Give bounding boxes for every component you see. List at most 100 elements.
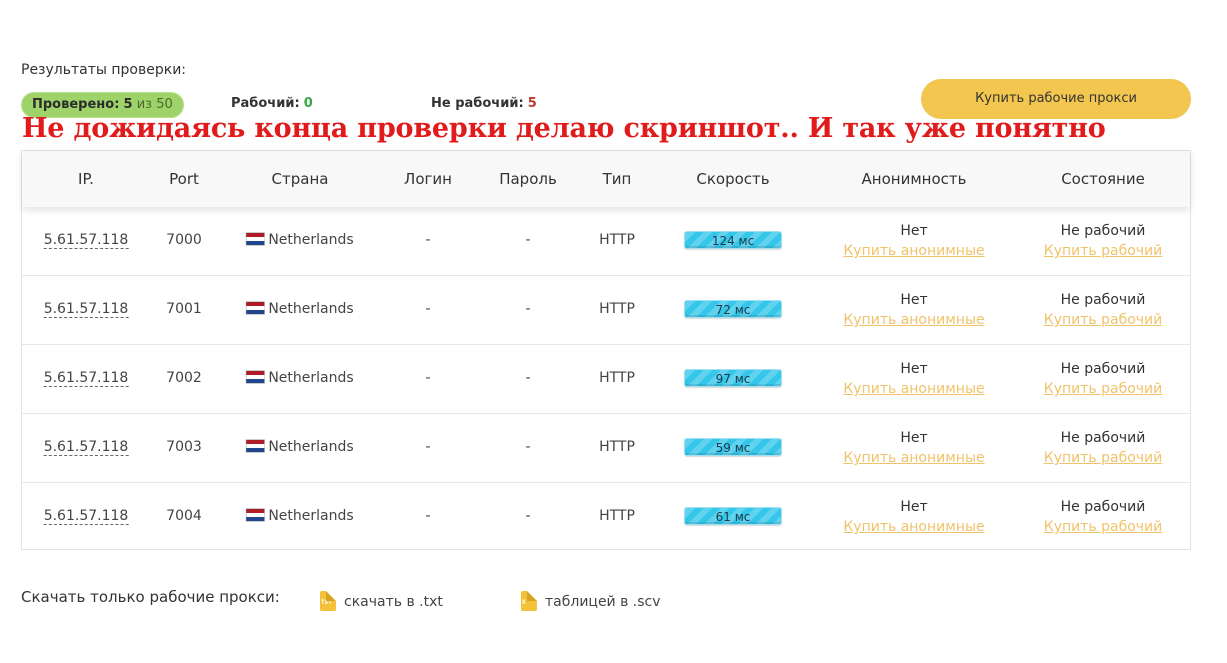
country-name: Netherlands xyxy=(268,439,354,455)
proxy-type: HTTP xyxy=(599,508,635,524)
table-row: 5.61.57.118 7002 Netherlands - - HTTP 97… xyxy=(22,345,1190,414)
country: Netherlands xyxy=(246,439,354,455)
speed-badge: 72 мс xyxy=(684,300,782,318)
netherlands-flag-icon xyxy=(246,440,265,452)
download-txt-link[interactable]: TXT скачать в .txt xyxy=(320,591,443,611)
working-count: 0 xyxy=(303,96,313,111)
password: - xyxy=(525,232,531,248)
proxy-type: HTTP xyxy=(599,232,635,248)
table-row: 5.61.57.118 7003 Netherlands - - HTTP 59… xyxy=(22,414,1190,483)
not-working-count: 5 xyxy=(527,96,537,111)
anonymity-value: Нет xyxy=(900,430,928,446)
ip-address[interactable]: 5.61.57.118 xyxy=(43,370,129,387)
anonymity-cell: Нет Купить анонимные xyxy=(843,222,984,262)
country-name: Netherlands xyxy=(268,301,354,317)
buy-anonymous-link[interactable]: Купить анонимные xyxy=(843,447,984,469)
ip-address[interactable]: 5.61.57.118 xyxy=(43,439,129,456)
buy-anonymous-link[interactable]: Купить анонимные xyxy=(843,516,984,538)
state-value: Не рабочий xyxy=(1060,430,1146,446)
download-label: Скачать только рабочие прокси: xyxy=(21,588,280,606)
port: 7001 xyxy=(166,301,202,317)
state-value: Не рабочий xyxy=(1060,292,1146,308)
state-value: Не рабочий xyxy=(1060,499,1146,515)
checked-label: Проверено: xyxy=(32,97,120,112)
download-csv-label: таблицей в .scv xyxy=(545,594,661,610)
header-state: Состояние xyxy=(1061,170,1145,188)
table-header: IP. Port Страна Логин Пароль Тип Скорост… xyxy=(22,151,1190,207)
buy-working-link[interactable]: Купить рабочий xyxy=(1044,309,1162,331)
header-password: Пароль xyxy=(499,170,557,188)
login: - xyxy=(425,301,431,317)
proxy-results-table: IP. Port Страна Логин Пароль Тип Скорост… xyxy=(21,150,1191,550)
anonymity-cell: Нет Купить анонимные xyxy=(843,360,984,400)
netherlands-flag-icon xyxy=(246,371,265,383)
login: - xyxy=(425,232,431,248)
ip-address[interactable]: 5.61.57.118 xyxy=(43,232,129,249)
country: Netherlands xyxy=(246,232,354,248)
country-name: Netherlands xyxy=(268,370,354,386)
country-name: Netherlands xyxy=(268,232,354,248)
header-speed: Скорость xyxy=(696,170,770,188)
not-working-stat: Не рабочий: 5 xyxy=(431,96,537,111)
password: - xyxy=(525,439,531,455)
download-csv-link[interactable]: Xтаблицей в .scv xyxy=(521,591,661,611)
speed-badge: 124 мс xyxy=(684,231,782,249)
working-label: Рабочий: xyxy=(231,96,300,111)
buy-working-link[interactable]: Купить рабочий xyxy=(1044,516,1162,538)
buy-working-link[interactable]: Купить рабочий xyxy=(1044,447,1162,469)
login: - xyxy=(425,439,431,455)
state-value: Не рабочий xyxy=(1060,223,1146,239)
port: 7003 xyxy=(166,439,202,455)
port: 7000 xyxy=(166,232,202,248)
state-value: Не рабочий xyxy=(1060,361,1146,377)
netherlands-flag-icon xyxy=(246,302,265,314)
password: - xyxy=(525,508,531,524)
state-cell: Не рабочий Купить рабочий xyxy=(1044,291,1162,331)
speed-badge: 61 мс xyxy=(684,507,782,525)
buy-anonymous-link[interactable]: Купить анонимные xyxy=(843,309,984,331)
proxy-checker-page: Результаты проверки: Проверено: 5 из 50 … xyxy=(0,0,1227,663)
country: Netherlands xyxy=(246,508,354,524)
buy-working-link[interactable]: Купить рабочий xyxy=(1044,378,1162,400)
anonymity-value: Нет xyxy=(900,499,928,515)
buy-anonymous-link[interactable]: Купить анонимные xyxy=(843,378,984,400)
header-login: Логин xyxy=(404,170,452,188)
results-title: Результаты проверки: xyxy=(21,62,187,78)
country: Netherlands xyxy=(246,301,354,317)
state-cell: Не рабочий Купить рабочий xyxy=(1044,222,1162,262)
table-row: 5.61.57.118 7004 Netherlands - - HTTP 61… xyxy=(22,483,1190,552)
netherlands-flag-icon xyxy=(246,233,265,245)
anonymity-value: Нет xyxy=(900,223,928,239)
buy-anonymous-link[interactable]: Купить анонимные xyxy=(843,240,984,262)
download-txt-label: скачать в .txt xyxy=(344,594,443,610)
port: 7002 xyxy=(166,370,202,386)
table-row: 5.61.57.118 7000 Netherlands - - HTTP 12… xyxy=(22,207,1190,276)
working-stat: Рабочий: 0 xyxy=(231,96,313,111)
state-cell: Не рабочий Купить рабочий xyxy=(1044,429,1162,469)
overlay-caption: Не дожидаясь конца проверки делаю скринш… xyxy=(22,113,1106,144)
speed-badge: 59 мс xyxy=(684,438,782,456)
proxy-type: HTTP xyxy=(599,370,635,386)
ip-address[interactable]: 5.61.57.118 xyxy=(43,508,129,525)
txt-file-icon: TXT xyxy=(320,591,336,611)
checked-count: 5 xyxy=(123,97,133,112)
anonymity-cell: Нет Купить анонимные xyxy=(843,291,984,331)
table-body: 5.61.57.118 7000 Netherlands - - HTTP 12… xyxy=(22,207,1190,552)
state-cell: Не рабочий Купить рабочий xyxy=(1044,360,1162,400)
header-port: Port xyxy=(169,170,199,188)
country: Netherlands xyxy=(246,370,354,386)
anonymity-cell: Нет Купить анонимные xyxy=(843,429,984,469)
buy-working-link[interactable]: Купить рабочий xyxy=(1044,240,1162,262)
port: 7004 xyxy=(166,508,202,524)
not-working-label: Не рабочий: xyxy=(431,96,524,111)
table-row: 5.61.57.118 7001 Netherlands - - HTTP 72… xyxy=(22,276,1190,345)
header-type: Тип xyxy=(602,170,632,188)
login: - xyxy=(425,370,431,386)
checked-of-total: из 50 xyxy=(136,97,173,112)
csv-file-icon: X xyxy=(521,591,537,611)
ip-address[interactable]: 5.61.57.118 xyxy=(43,301,129,318)
netherlands-flag-icon xyxy=(246,509,265,521)
speed-badge: 97 мс xyxy=(684,369,782,387)
password: - xyxy=(525,301,531,317)
state-cell: Не рабочий Купить рабочий xyxy=(1044,498,1162,538)
